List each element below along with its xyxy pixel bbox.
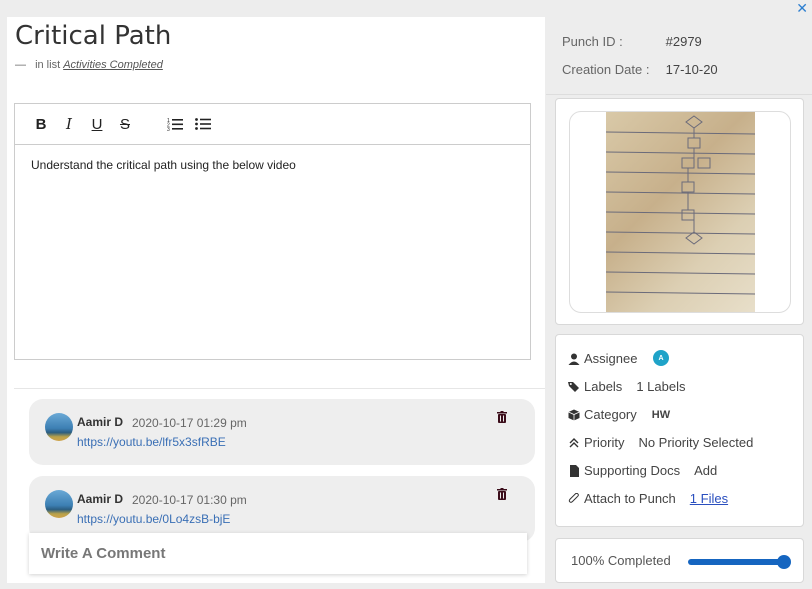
- docs-label: Supporting Docs: [584, 463, 681, 478]
- trash-icon[interactable]: [497, 411, 507, 423]
- slider-knob[interactable]: [777, 555, 791, 569]
- attach-row[interactable]: Attach to Punch 1 Files: [568, 491, 728, 506]
- avatar: [45, 490, 73, 518]
- supporting-docs-row[interactable]: Supporting Docs Add: [568, 463, 717, 478]
- double-chevron-up-icon: [569, 437, 579, 447]
- category-label: Category: [584, 407, 637, 422]
- divider: [546, 94, 812, 95]
- category-value[interactable]: HW: [652, 409, 670, 421]
- docs-value[interactable]: Add: [694, 463, 717, 478]
- description-editor[interactable]: B I U S 123 Understand the critical path…: [14, 103, 531, 360]
- creation-date-value: 17-10-20: [665, 62, 718, 77]
- comment-author: Aamir D: [77, 415, 124, 429]
- priority-value[interactable]: No Priority Selected: [638, 435, 753, 450]
- comment-link[interactable]: https://youtu.be/0Lo4zsB-bjE: [77, 512, 230, 526]
- divider: [14, 388, 545, 389]
- attach-label: Attach to Punch: [584, 491, 676, 506]
- category-row[interactable]: Category HW: [568, 407, 670, 422]
- underline-button[interactable]: U: [85, 112, 109, 136]
- labels-label: Labels: [584, 379, 623, 394]
- comment-author: Aamir D: [77, 492, 124, 506]
- svg-text:3: 3: [167, 127, 170, 131]
- assignee-row[interactable]: Assignee: [568, 351, 637, 366]
- punch-id-label: Punch ID :: [562, 34, 623, 49]
- close-icon[interactable]: ✕: [796, 0, 808, 17]
- italic-button[interactable]: I: [57, 112, 81, 136]
- editor-content[interactable]: Understand the critical path using the b…: [15, 145, 530, 185]
- tags-icon: [568, 381, 579, 392]
- ordered-list-icon[interactable]: 123: [163, 112, 187, 136]
- bullet-list-icon[interactable]: [191, 112, 215, 136]
- cube-icon: [568, 409, 580, 420]
- task-title[interactable]: Critical Path: [15, 21, 171, 51]
- priority-label: Priority: [584, 435, 625, 450]
- list-link[interactable]: Activities Completed: [63, 59, 163, 71]
- comment-timestamp: 2020-10-17 01:29 pm: [132, 416, 247, 430]
- creation-date-row: Creation Date : 17-10-20: [562, 62, 718, 77]
- punch-id-value: #2979: [665, 34, 702, 49]
- bold-button[interactable]: B: [29, 112, 53, 136]
- sketch-image[interactable]: [605, 112, 756, 312]
- comment-input[interactable]: Write A Comment: [29, 533, 527, 574]
- attachment-image-frame[interactable]: [569, 111, 791, 313]
- paperclip-icon: [568, 492, 579, 503]
- list-breadcrumb: — in list Activities Completed: [15, 59, 163, 71]
- labels-value[interactable]: 1 Labels: [636, 379, 685, 394]
- assignee-avatar[interactable]: A: [653, 350, 669, 366]
- task-detail-panel: Critical Path — in list Activities Compl…: [7, 17, 545, 583]
- progress-slider[interactable]: [688, 555, 791, 569]
- punch-properties-card: Assignee A Labels 1 Labels Category HW P…: [555, 334, 804, 527]
- attach-files-link[interactable]: 1 Files: [690, 491, 728, 506]
- punch-id-row: Punch ID : #2979: [562, 34, 702, 49]
- editor-toolbar: B I U S 123: [15, 104, 530, 145]
- progress-label: 100% Completed: [571, 553, 671, 568]
- file-icon: [570, 464, 579, 477]
- assignee-label: Assignee: [584, 351, 638, 366]
- dash: —: [15, 59, 26, 71]
- list-prefix: in list: [35, 59, 61, 71]
- comment-timestamp: 2020-10-17 01:30 pm: [132, 493, 247, 507]
- creation-date-label: Creation Date :: [562, 62, 650, 77]
- progress-card: 100% Completed: [555, 538, 804, 583]
- attachment-preview-card: [555, 98, 804, 325]
- strikethrough-button[interactable]: S: [113, 112, 137, 136]
- priority-row[interactable]: Priority No Priority Selected: [568, 435, 753, 450]
- avatar: [45, 413, 73, 441]
- trash-icon[interactable]: [497, 488, 507, 500]
- comment-link[interactable]: https://youtu.be/lfr5x3sfRBE: [77, 435, 226, 449]
- labels-row[interactable]: Labels 1 Labels: [568, 379, 685, 394]
- comment-item: Aamir D 2020-10-17 01:29 pm https://yout…: [29, 399, 535, 465]
- user-icon: [568, 353, 580, 365]
